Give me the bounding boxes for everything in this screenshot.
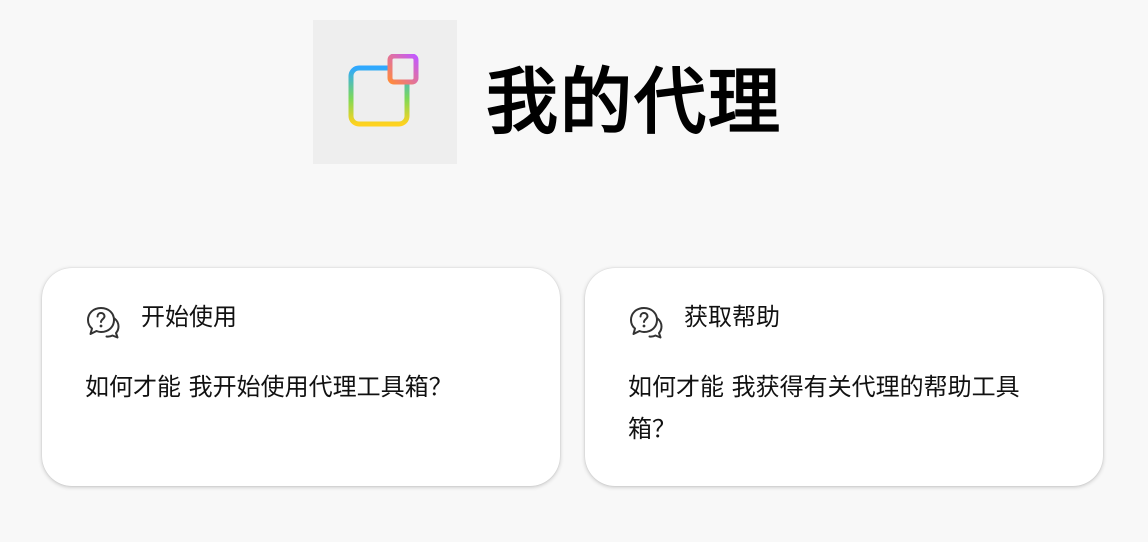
card-heading: 开始使用: [141, 303, 237, 331]
get-help-card[interactable]: 获取帮助 如何才能 我获得有关代理的帮助工具箱？: [585, 268, 1103, 486]
help-chat-icon: [87, 307, 120, 339]
agent-apps-icon: [348, 54, 419, 127]
card-heading: 获取帮助: [684, 303, 780, 331]
page-title: 我的代理: [486, 60, 783, 144]
help-chat-icon: [630, 307, 663, 339]
card-body: 如何才能 我获得有关代理的帮助工具箱？: [628, 373, 1020, 443]
get-started-card[interactable]: 开始使用 如何才能 我开始使用代理工具箱？: [42, 268, 560, 486]
app-logo-tile: [313, 20, 457, 164]
card-body: 如何才能 我开始使用代理工具箱？: [85, 373, 453, 401]
